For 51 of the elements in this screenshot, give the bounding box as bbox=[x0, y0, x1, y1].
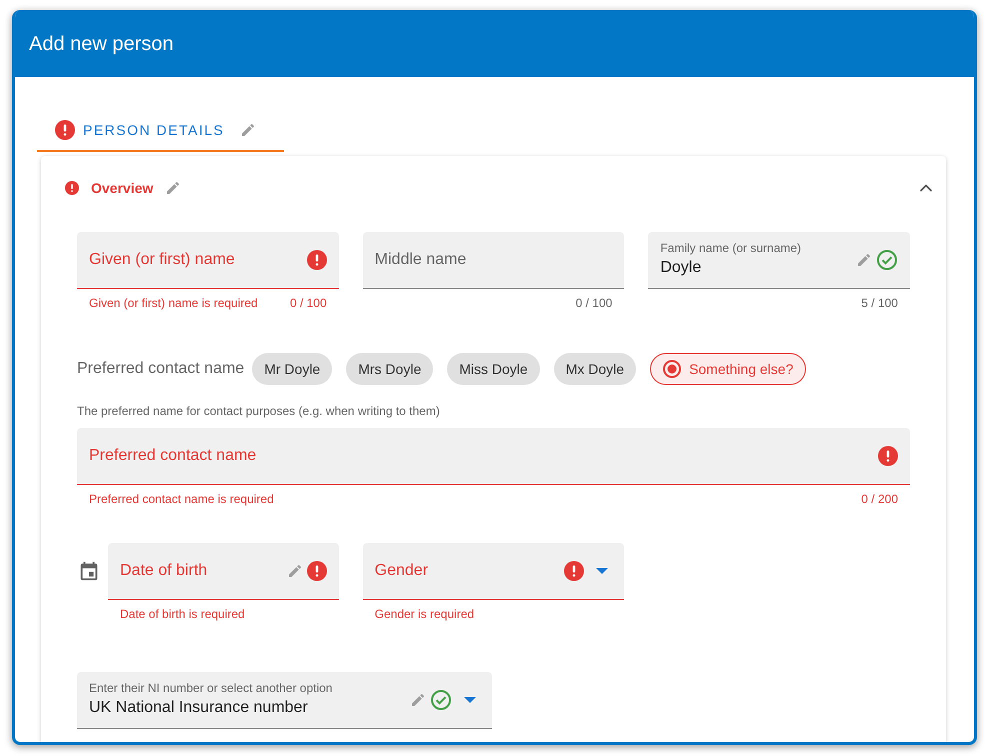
error-message: Gender is required bbox=[374, 606, 474, 622]
field-label: Gender bbox=[374, 561, 430, 581]
caret-down-icon[interactable] bbox=[464, 697, 476, 703]
pencil-icon[interactable] bbox=[856, 252, 872, 268]
error-message: Preferred contact name is required bbox=[89, 491, 274, 507]
pencil-icon[interactable] bbox=[410, 692, 426, 708]
error-icon bbox=[65, 181, 79, 195]
pencil-icon[interactable] bbox=[286, 563, 303, 579]
field-label: Middle name bbox=[374, 250, 468, 270]
character-counter: 5 / 100 bbox=[861, 295, 898, 311]
hint-text: The preferred name for contact purposes (e.g. when writing to them) bbox=[77, 403, 441, 420]
input-field[interactable]: Preferred contact name bbox=[77, 428, 910, 485]
field-label: Enter their NI number or select another option bbox=[89, 680, 334, 696]
check-circle-icon bbox=[430, 689, 452, 711]
caret-down-icon[interactable] bbox=[596, 568, 608, 574]
select-field[interactable]: Gender bbox=[362, 543, 624, 600]
preferred-contact-label: Preferred contact name bbox=[77, 359, 244, 379]
error-icon bbox=[564, 561, 584, 581]
date-field[interactable]: Date of birth bbox=[108, 543, 339, 600]
input-field[interactable]: Family name (or surname) Doyle bbox=[648, 232, 910, 289]
select-field[interactable]: Enter their NI number or select another option UK National Insurance number bbox=[77, 672, 492, 729]
field-value: Doyle bbox=[660, 258, 702, 278]
choice-chip[interactable]: Mr Doyle bbox=[252, 353, 332, 385]
pencil-icon[interactable] bbox=[165, 180, 182, 196]
choice-chip[interactable]: Miss Doyle bbox=[447, 353, 540, 385]
field-label: Preferred contact name bbox=[89, 446, 258, 466]
error-message: Date of birth is required bbox=[120, 606, 245, 622]
error-icon bbox=[55, 120, 75, 140]
window-title: Add new person bbox=[29, 32, 174, 56]
pencil-icon[interactable] bbox=[240, 122, 256, 138]
input-field[interactable]: Given (or first) name bbox=[77, 232, 339, 289]
field-value: UK National Insurance number bbox=[89, 698, 309, 718]
input-field[interactable]: Middle name bbox=[362, 232, 624, 289]
character-counter: 0 / 200 bbox=[861, 491, 898, 507]
error-icon bbox=[306, 561, 327, 581]
field-label: Date of birth bbox=[120, 561, 208, 581]
check-circle-icon bbox=[876, 249, 898, 271]
section-title[interactable]: Overview bbox=[91, 178, 154, 198]
error-icon bbox=[306, 250, 327, 270]
character-counter: 0 / 100 bbox=[576, 295, 612, 311]
choice-chip[interactable]: Mx Doyle bbox=[554, 353, 636, 385]
radio-icon bbox=[663, 360, 682, 378]
field-label: Family name (or surname) bbox=[660, 240, 802, 256]
calendar-icon[interactable] bbox=[78, 560, 100, 582]
choice-chip[interactable]: Something else? bbox=[650, 353, 806, 385]
error-message: Given (or first) name is required bbox=[89, 295, 258, 311]
tab[interactable]: PERSON DETAILS bbox=[37, 110, 284, 152]
field-label: Given (or first) name bbox=[89, 250, 236, 270]
choice-chip[interactable]: Mrs Doyle bbox=[346, 353, 434, 385]
error-icon bbox=[878, 446, 898, 466]
character-counter: 0 / 100 bbox=[290, 295, 327, 311]
